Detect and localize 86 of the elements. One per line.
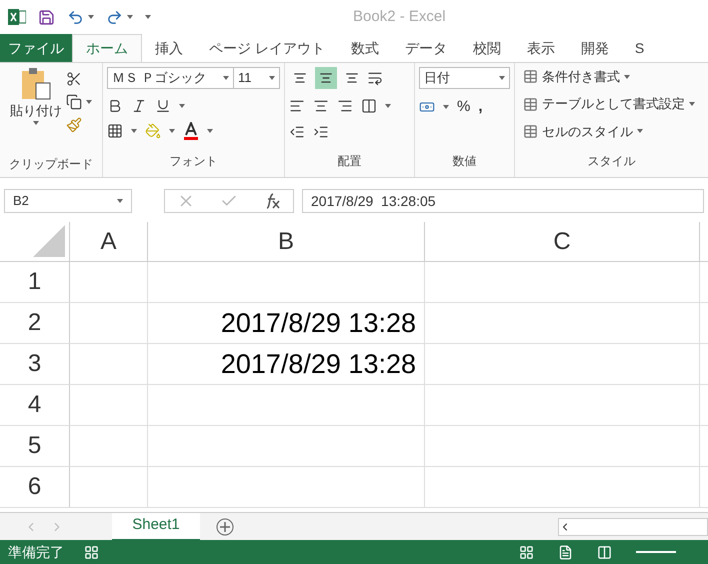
caret-icon[interactable]	[385, 104, 391, 108]
ribbon-tab[interactable]: 挿入	[142, 34, 196, 62]
undo-icon[interactable]	[67, 8, 84, 26]
caret-icon[interactable]	[637, 129, 643, 134]
wrap-text-icon[interactable]	[367, 70, 383, 86]
ribbon-tab[interactable]: ページ レイアウト	[196, 34, 338, 62]
ribbon-tab[interactable]: 表示	[514, 34, 568, 62]
spreadsheet-app-icon[interactable]	[8, 8, 26, 26]
caret-icon[interactable]	[207, 129, 213, 134]
fill-color-icon[interactable]	[145, 123, 161, 140]
group-label: フォント	[170, 154, 218, 168]
normal-view-icon[interactable]	[519, 544, 534, 560]
font-color-icon[interactable]	[183, 122, 199, 140]
page-layout-icon[interactable]	[558, 544, 573, 560]
caret-icon[interactable]	[269, 76, 275, 80]
caret-icon[interactable]	[499, 76, 505, 80]
italic-icon[interactable]	[131, 98, 147, 114]
format-painter-icon[interactable]	[66, 117, 82, 133]
caret-icon[interactable]	[689, 102, 695, 106]
table-cell-text: 2017/8/29 13:28	[220, 348, 416, 381]
column-header[interactable]: C	[425, 222, 700, 261]
cut-icon[interactable]	[66, 71, 82, 87]
caret-icon[interactable]	[88, 15, 94, 19]
zoom-slider-icon[interactable]	[636, 550, 676, 554]
caret-icon[interactable]	[443, 105, 449, 110]
caret-icon[interactable]	[624, 74, 630, 79]
status-text: 準備完了	[8, 542, 64, 562]
caret-icon[interactable]	[145, 15, 151, 19]
style-menu-button[interactable]: テーブルとして書式設定	[523, 94, 700, 114]
table-icon	[523, 96, 538, 112]
clipboard-icon	[20, 67, 52, 101]
paste-button[interactable]: 貼り付け	[10, 67, 62, 133]
number-format-field[interactable]: 日付	[419, 67, 510, 89]
page-break-icon[interactable]	[597, 544, 612, 560]
ribbon-tab[interactable]: データ	[392, 34, 460, 62]
caret-icon[interactable]	[131, 129, 137, 134]
row-header[interactable]: 2	[0, 303, 70, 343]
percent-button[interactable]: %	[457, 96, 470, 119]
copy-icon[interactable]	[66, 94, 82, 110]
table-icon	[523, 124, 538, 139]
caret-icon[interactable]	[33, 120, 39, 124]
border-icon[interactable]	[107, 123, 123, 140]
row-header[interactable]: 4	[0, 385, 70, 425]
name-box[interactable]: B2	[4, 189, 132, 213]
underline-icon[interactable]	[155, 98, 171, 114]
window-title: Book2 - Excel	[353, 6, 446, 27]
style-menu-button[interactable]: 条件付き書式	[523, 67, 700, 86]
row-header[interactable]: 3	[0, 344, 70, 384]
group-label: クリップボード	[9, 156, 93, 173]
formula-field[interactable]: 2017/8/29 13:28:05	[302, 189, 704, 213]
align-lines-icon	[345, 71, 359, 85]
table-cell-text: 2017/8/29 13:28	[220, 306, 416, 340]
align-lines-icon	[293, 71, 307, 85]
file-tab[interactable]: ファイル	[0, 34, 72, 62]
group-label: 配置	[338, 154, 362, 168]
redo-icon[interactable]	[106, 8, 123, 26]
vertical-align-button[interactable]	[315, 67, 337, 89]
caret-icon[interactable]	[127, 15, 133, 19]
group-label: スタイル	[588, 154, 636, 168]
align-lines-icon	[319, 71, 333, 85]
style-menu-button[interactable]: セルのスタイル	[523, 122, 700, 142]
caret-icon[interactable]	[179, 104, 185, 108]
column-header[interactable]: B	[148, 222, 425, 261]
ribbon-tab[interactable]: 開発	[568, 34, 622, 62]
font-size-field[interactable]: 11	[234, 67, 280, 89]
caret-icon[interactable]	[223, 76, 229, 80]
caret-icon[interactable]	[86, 100, 92, 104]
sheet-tab[interactable]: Sheet1	[112, 512, 200, 540]
row-header[interactable]: 6	[0, 467, 70, 507]
comma-button[interactable]: ,	[478, 96, 483, 119]
add-sheet-icon[interactable]	[216, 518, 234, 536]
caret-icon[interactable]	[117, 199, 123, 203]
ribbon-tab[interactable]: ホーム	[72, 34, 142, 62]
group-label: 数値	[452, 154, 476, 168]
caret-icon[interactable]	[169, 129, 175, 134]
ribbon-tab[interactable]: 数式	[338, 34, 392, 62]
row-header[interactable]: 5	[0, 426, 70, 466]
font-name-field[interactable]: ＭＳ Ｐゴシック	[107, 67, 234, 89]
ribbon-tab[interactable]: 校閲	[460, 34, 514, 62]
horizontal-scrollbar[interactable]	[558, 518, 708, 536]
table-icon	[523, 69, 538, 84]
save-icon[interactable]	[38, 8, 55, 26]
merge-cells-icon[interactable]	[361, 98, 377, 114]
column-header[interactable]: A	[70, 222, 148, 261]
row-header[interactable]: 1	[0, 262, 70, 302]
ribbon-tab[interactable]: S	[622, 34, 658, 62]
